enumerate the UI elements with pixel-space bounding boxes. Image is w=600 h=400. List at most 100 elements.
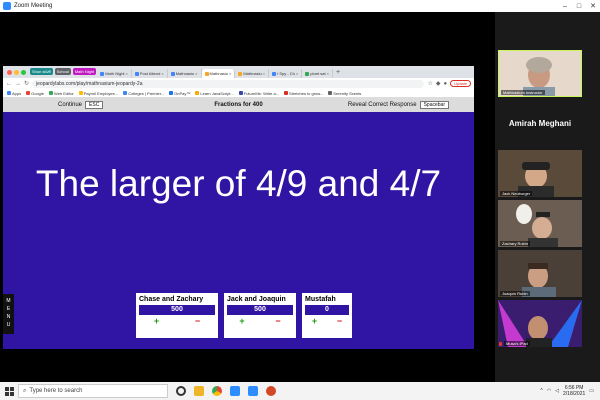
bookmark-item[interactable]: Learn JavaScript...: [195, 91, 234, 96]
browser-tab-active[interactable]: Mathnasiu ×: [201, 69, 236, 78]
tab-strip: Shun stUff School Math Night Math Night ×…: [3, 66, 474, 78]
video-tile[interactable]: Zachary Rubin: [498, 200, 582, 247]
bookmark-favicon-icon: [78, 91, 83, 95]
zoom-dot[interactable]: [21, 70, 26, 75]
wifi-icon[interactable]: ◠: [547, 388, 551, 394]
team-name: Chase and Zachary: [139, 296, 204, 303]
bookmark-favicon-icon: [49, 91, 54, 95]
spacebar-key[interactable]: Spacebar: [419, 101, 449, 109]
profile-avatar-icon[interactable]: ●: [443, 81, 447, 87]
tab-group-chip[interactable]: School: [54, 68, 71, 75]
tab-favicon-icon: [272, 71, 277, 76]
bookmark-item[interactable]: OnPay™: [169, 91, 190, 96]
participant-video: [498, 300, 582, 347]
bookmark-item[interactable]: Google: [26, 91, 44, 96]
chrome-icon[interactable]: [212, 386, 222, 396]
update-button[interactable]: Update: [450, 80, 471, 87]
close-tab-icon[interactable]: ×: [126, 70, 128, 77]
zoom-taskbar-icon[interactable]: [248, 386, 258, 396]
video-tile[interactable]: Joaquin Rubin: [498, 250, 582, 297]
taskbar-search-box[interactable]: ⌕ Type here to search: [18, 384, 168, 398]
bookmark-item[interactable]: Colleges | Premier...: [123, 91, 164, 96]
browser-tab[interactable]: Mathnasiu ×: [235, 69, 270, 78]
windows-taskbar: ⌕ Type here to search ^ ◠ ◁ 6:56 PM 2/18…: [0, 382, 600, 400]
star-icon[interactable]: ☆: [427, 80, 432, 87]
browser-tab[interactable]: Post Attend ×: [132, 69, 168, 78]
reload-icon[interactable]: ↻: [24, 80, 29, 87]
subtract-points-button[interactable]: −: [337, 315, 342, 327]
extension-icon[interactable]: ◆: [436, 80, 441, 87]
google-icon: [26, 91, 31, 95]
add-points-button[interactable]: +: [154, 315, 159, 327]
bookmark-item[interactable]: Web Editor: [49, 91, 74, 96]
bookmark-favicon-icon: [238, 91, 243, 95]
close-tab-icon[interactable]: ×: [263, 70, 265, 77]
muted-mic-icon: [499, 342, 502, 346]
chrome-browser-window: Shun stUff School Math Night Math Night ×…: [3, 66, 474, 349]
tab-favicon-icon: [305, 71, 310, 76]
tab-group-chip[interactable]: Shun stUff: [30, 68, 53, 75]
task-view-icon[interactable]: [176, 386, 186, 396]
close-tab-icon[interactable]: ×: [195, 70, 197, 77]
bookmark-favicon-icon: [328, 91, 333, 95]
system-tray: ^ ◠ ◁ 6:56 PM 2/18/2021 ▭: [540, 385, 594, 397]
bookmarks-bar: Apps Google Web Editor Payroll Employee.…: [3, 89, 474, 98]
team-score: 500: [139, 305, 215, 315]
subtract-points-button[interactable]: −: [195, 315, 200, 327]
tab-group-chip[interactable]: Math Night: [72, 68, 97, 75]
tab-favicon-icon: [204, 71, 209, 76]
team-card: Mustafah 0 + −: [302, 293, 352, 338]
video-tile-instructor[interactable]: Mathnasium Instructor: [498, 50, 582, 97]
browser-tab[interactable]: Mathnasiu ×: [168, 69, 202, 78]
close-tab-icon[interactable]: ×: [229, 70, 231, 77]
reveal-control[interactable]: Reveal Correct Response Spacebar: [348, 101, 449, 109]
chevron-up-icon[interactable]: ^: [540, 388, 542, 394]
maximize-button[interactable]: □: [572, 3, 586, 10]
close-tab-icon[interactable]: ×: [296, 70, 298, 77]
volume-icon[interactable]: ◁: [555, 388, 559, 394]
bookmark-item[interactable]: Payroll Employee...: [78, 91, 118, 96]
file-explorer-icon[interactable]: [194, 386, 204, 396]
tab-favicon-icon: [170, 71, 175, 76]
browser-tab[interactable]: pbmt sat ×: [302, 69, 333, 78]
window-controls: [7, 70, 26, 75]
bookmark-item[interactable]: Stretches to grow...: [284, 91, 323, 96]
minimize-button[interactable]: –: [558, 3, 572, 10]
close-dot[interactable]: [7, 70, 12, 75]
powerpoint-icon[interactable]: [266, 386, 276, 396]
add-points-button[interactable]: +: [312, 315, 317, 327]
team-score: 0: [305, 305, 349, 315]
clue-text: The larger of 4/9 and 4/7: [35, 163, 442, 204]
browser-tab[interactable]: I Spy - Ch ×: [269, 69, 303, 78]
pinned-apps: [176, 386, 276, 396]
clue-topbar: Continue ESC Fractions for 400 Reveal Co…: [3, 98, 474, 112]
new-tab-button[interactable]: +: [336, 69, 340, 76]
close-tab-icon[interactable]: ×: [327, 70, 329, 77]
bookmark-favicon-icon: [195, 91, 200, 95]
participant-name: Musa's iPad: [504, 341, 530, 346]
video-tile[interactable]: Jack Neuburger: [498, 150, 582, 197]
subtract-points-button[interactable]: −: [275, 315, 280, 327]
url-bar[interactable]: jeopardylabs.com/play/mathnasium-jeopard…: [32, 79, 425, 88]
forward-arrow-icon[interactable]: →: [15, 81, 21, 87]
screen-share-area: Shun stUff School Math Night Math Night ×…: [0, 12, 495, 382]
notifications-icon[interactable]: ▭: [589, 388, 594, 394]
start-button[interactable]: [0, 386, 18, 396]
back-arrow-icon[interactable]: ←: [6, 81, 12, 87]
browser-tab[interactable]: Math Night ×: [97, 69, 132, 78]
team-card: Chase and Zachary 500 + −: [136, 293, 218, 338]
clock[interactable]: 6:56 PM 2/18/2021: [563, 385, 585, 397]
bookmark-item[interactable]: Apps: [7, 91, 21, 96]
bookmark-item[interactable]: FutureMe: Write a...: [238, 91, 279, 96]
add-points-button[interactable]: +: [239, 315, 244, 327]
participant-name: Zachary Rubin: [500, 241, 531, 246]
minimize-dot[interactable]: [14, 70, 19, 75]
bookmark-favicon-icon: [169, 91, 174, 95]
close-tab-icon[interactable]: ×: [161, 70, 163, 77]
menu-button[interactable]: M E N U: [3, 294, 14, 334]
close-button[interactable]: ✕: [586, 2, 600, 10]
bookmark-item[interactable]: Serenity Scents: [328, 91, 361, 96]
video-tile[interactable]: Musa's iPad: [498, 300, 582, 347]
participant-name: Jack Neuburger: [500, 191, 533, 196]
zoom-taskbar-icon[interactable]: [230, 386, 240, 396]
